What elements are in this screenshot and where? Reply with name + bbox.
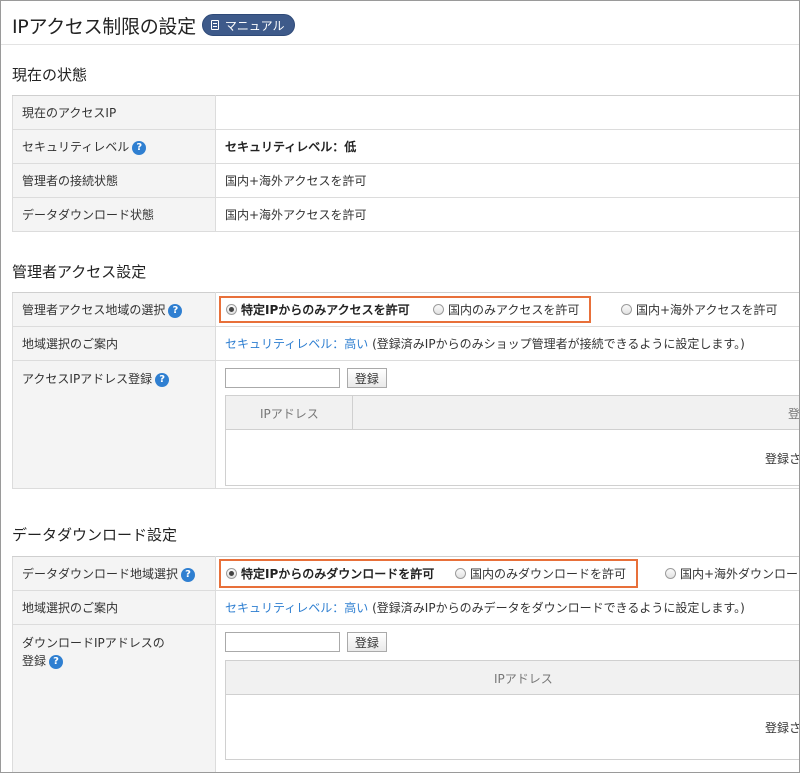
security-level-high: セキュリティレベル：高い xyxy=(225,601,369,615)
admin-register-button[interactable]: 登録 xyxy=(346,368,387,388)
download-region-row: データダウンロード地域選択? 特定IPからのみダウンロードを許可 国内のみダウン… xyxy=(12,556,799,591)
empty-message: 登録され xyxy=(765,721,800,735)
row-label: 現在のアクセスIP xyxy=(12,95,216,130)
radio-label: 国内+海外アクセスを許可 xyxy=(636,303,778,317)
ip-input-group: 登録 xyxy=(225,632,387,652)
current-status-table: 現在のアクセスIP セキュリティレベル? セキュリティレベル：低 管理者の接続状… xyxy=(12,95,799,232)
row-label-admin-ip: アクセスIPアドレス登録? xyxy=(12,360,216,489)
download-ip-input[interactable] xyxy=(225,632,340,652)
settings-page: IPアクセス制限の設定 マニュアル 現在の状態 現在のアクセスIP セキュリティ… xyxy=(0,0,800,773)
row-label: 地域選択のご案内 xyxy=(12,590,216,625)
admin-region-row: 管理者アクセス地域の選択? 特定IPからのみアクセスを許可 国内のみアクセスを許… xyxy=(12,292,799,327)
radio-download-specific-ip[interactable]: 特定IPからのみダウンロードを許可 xyxy=(226,565,434,582)
row-label: 管理者アクセス地域の選択 xyxy=(22,303,166,317)
admin-access-table: 管理者アクセス地域の選択? 特定IPからのみアクセスを許可 国内のみアクセスを許… xyxy=(12,292,800,489)
download-guide-row: 地域選択のご案内 セキュリティレベル：高い (登録済みIPからのみデータをダウン… xyxy=(12,590,799,625)
row-label-security-level: セキュリティレベル? xyxy=(12,129,216,164)
column-divider xyxy=(352,396,353,429)
manual-button[interactable]: マニュアル xyxy=(201,14,296,36)
row-label: 地域選択のご案内 xyxy=(12,326,216,361)
radio-label: 特定IPからのみダウンロードを許可 xyxy=(241,567,435,581)
radio-label: 特定IPからのみアクセスを許可 xyxy=(241,303,410,317)
help-icon[interactable]: ? xyxy=(132,140,147,155)
help-icon[interactable]: ? xyxy=(155,372,170,387)
radio-admin-specific-ip[interactable]: 特定IPからのみアクセスを許可 xyxy=(226,301,410,318)
column-header-ip: IPアドレス xyxy=(494,672,553,686)
radio-download-domestic-overseas[interactable]: 国内+海外ダウンロードを xyxy=(665,565,799,582)
security-level-high: セキュリティレベル：高い xyxy=(225,337,369,351)
page-title: IPアクセス制限の設定 xyxy=(12,15,196,38)
row-label: データダウンロード地域選択 xyxy=(22,567,179,581)
row-label-line2: 登録 xyxy=(22,654,47,668)
document-icon xyxy=(210,20,219,30)
row-label: 管理者の接続状態 xyxy=(12,163,216,198)
admin-guide-row: 地域選択のご案内 セキュリティレベル：高い (登録済みIPからのみショップ管理者… xyxy=(12,326,799,361)
radio-unchecked-icon xyxy=(455,568,466,579)
current-status-title: 現在の状態 xyxy=(12,66,88,84)
data-download-title: データダウンロード設定 xyxy=(12,526,178,544)
admin-connection-value: 国内+海外アクセスを許可 xyxy=(215,163,799,198)
download-ip-list: IPアドレス 登録され xyxy=(225,660,800,760)
ip-list-header: IPアドレス 登録 xyxy=(226,396,800,430)
admin-ip-cell: 登録 IPアドレス 登録 登録され xyxy=(215,360,800,489)
manual-button-label: マニュアル xyxy=(224,18,285,33)
column-header-register: 登録 xyxy=(788,407,800,421)
status-row-current-ip: 現在のアクセスIP xyxy=(12,95,799,130)
admin-guide-value: セキュリティレベル：高い (登録済みIPからのみショップ管理者が接続できるように… xyxy=(215,326,799,361)
current-ip-value xyxy=(215,95,799,130)
row-label: セキュリティレベル xyxy=(22,140,130,154)
guide-text: (登録済みIPからのみデータをダウンロードできるように設定します。) xyxy=(372,601,745,615)
ip-input-group: 登録 xyxy=(225,368,387,388)
radio-label: 国内のみアクセスを許可 xyxy=(448,303,580,317)
row-label: データダウンロード状態 xyxy=(12,197,216,232)
security-level-value: セキュリティレベル：低 xyxy=(215,129,799,164)
row-label-line1: ダウンロードIPアドレスの xyxy=(22,636,165,650)
status-row-data-download: データダウンロード状態 国内+海外アクセスを許可 xyxy=(12,197,799,232)
admin-access-title: 管理者アクセス設定 xyxy=(12,263,147,281)
admin-ip-input[interactable] xyxy=(225,368,340,388)
radio-label: 国内+海外ダウンロードを xyxy=(680,567,799,581)
page-header: IPアクセス制限の設定 マニュアル xyxy=(12,11,296,39)
help-icon[interactable]: ? xyxy=(168,303,183,318)
ip-list-header: IPアドレス xyxy=(226,661,799,695)
download-ip-row: ダウンロードIPアドレスの 登録? 登録 IPアドレス 登録され xyxy=(12,624,800,772)
column-header-ip: IPアドレス xyxy=(260,407,319,421)
radio-checked-icon xyxy=(226,568,237,579)
radio-label: 国内のみダウンロードを許可 xyxy=(470,567,627,581)
admin-region-options: 特定IPからのみアクセスを許可 国内のみアクセスを許可 国内+海外アクセスを許可 xyxy=(215,292,799,327)
radio-admin-domestic[interactable]: 国内のみアクセスを許可 xyxy=(433,301,579,318)
radio-unchecked-icon xyxy=(621,304,632,315)
download-register-button[interactable]: 登録 xyxy=(346,632,387,652)
data-download-value: 国内+海外アクセスを許可 xyxy=(215,197,799,232)
radio-download-domestic[interactable]: 国内のみダウンロードを許可 xyxy=(455,565,626,582)
help-icon[interactable]: ? xyxy=(181,567,196,582)
row-label-download-ip: ダウンロードIPアドレスの 登録? xyxy=(12,624,216,772)
radio-unchecked-icon xyxy=(433,304,444,315)
radio-checked-icon xyxy=(226,304,237,315)
download-guide-value: セキュリティレベル：高い (登録済みIPからのみデータをダウンロードできるように… xyxy=(215,590,799,625)
admin-ip-row: アクセスIPアドレス登録? 登録 IPアドレス 登録 登録され xyxy=(12,360,800,489)
download-ip-cell: 登録 IPアドレス 登録され xyxy=(215,624,800,772)
radio-admin-domestic-overseas[interactable]: 国内+海外アクセスを許可 xyxy=(621,301,777,318)
status-row-security-level: セキュリティレベル? セキュリティレベル：低 xyxy=(12,129,799,164)
empty-message: 登録され xyxy=(765,452,800,466)
header-divider xyxy=(1,44,799,45)
download-region-options: 特定IPからのみダウンロードを許可 国内のみダウンロードを許可 国内+海外ダウン… xyxy=(215,556,799,591)
data-download-table: データダウンロード地域選択? 特定IPからのみダウンロードを許可 国内のみダウン… xyxy=(12,556,800,772)
radio-unchecked-icon xyxy=(665,568,676,579)
row-label-admin-region: 管理者アクセス地域の選択? xyxy=(12,292,216,327)
help-icon[interactable]: ? xyxy=(49,654,64,669)
status-row-admin-connection: 管理者の接続状態 国内+海外アクセスを許可 xyxy=(12,163,799,198)
admin-ip-list: IPアドレス 登録 登録され xyxy=(225,395,800,486)
row-label: アクセスIPアドレス登録 xyxy=(22,372,153,386)
row-label-download-region: データダウンロード地域選択? xyxy=(12,556,216,591)
guide-text: (登録済みIPからのみショップ管理者が接続できるように設定します。) xyxy=(372,337,745,351)
